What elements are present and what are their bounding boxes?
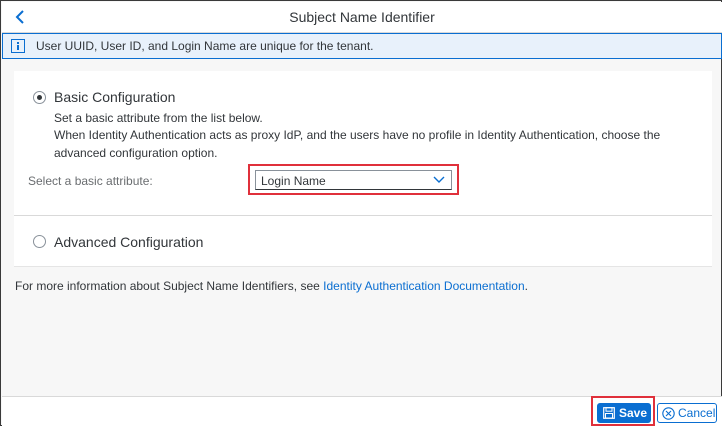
- more-info-suffix: .: [524, 279, 528, 293]
- save-icon: [603, 407, 615, 419]
- advanced-configuration-label[interactable]: Advanced Configuration: [54, 234, 203, 250]
- basic-desc-line-1: Set a basic attribute from the list belo…: [54, 111, 263, 125]
- basic-configuration-radio[interactable]: [33, 91, 46, 104]
- basic-desc-line-3: advanced configuration option.: [54, 146, 218, 160]
- info-icon: [11, 39, 25, 53]
- info-text: User UUID, User ID, and Login Name are u…: [36, 39, 374, 53]
- more-info-prefix: For more information about Subject Name …: [15, 279, 324, 293]
- save-button[interactable]: Save: [597, 403, 651, 423]
- page-title: Subject Name Identifier: [289, 9, 435, 25]
- select-value: Login Name: [261, 174, 326, 188]
- advanced-configuration-radio[interactable]: [33, 235, 46, 248]
- more-info-text: For more information about Subject Name …: [15, 279, 528, 293]
- info-strip: User UUID, User ID, and Login Name are u…: [2, 33, 722, 59]
- chevron-down-icon: [433, 176, 445, 183]
- cancel-icon: [662, 406, 675, 420]
- basic-configuration-label[interactable]: Basic Configuration: [54, 89, 175, 105]
- cancel-button[interactable]: Cancel: [657, 403, 717, 423]
- documentation-link[interactable]: Identity Authentication Documentation: [323, 279, 524, 293]
- dialog: Subject Name Identifier User UUID, User …: [0, 0, 722, 426]
- basic-attribute-label: Select a basic attribute:: [28, 174, 153, 188]
- save-label: Save: [619, 406, 648, 420]
- basic-attribute-select[interactable]: Login Name: [255, 170, 452, 190]
- section-divider: [14, 215, 712, 216]
- basic-desc-line-2: When Identity Authentication acts as pro…: [54, 128, 661, 142]
- header-bar: Subject Name Identifier: [2, 2, 722, 33]
- cancel-label: Cancel: [678, 406, 716, 420]
